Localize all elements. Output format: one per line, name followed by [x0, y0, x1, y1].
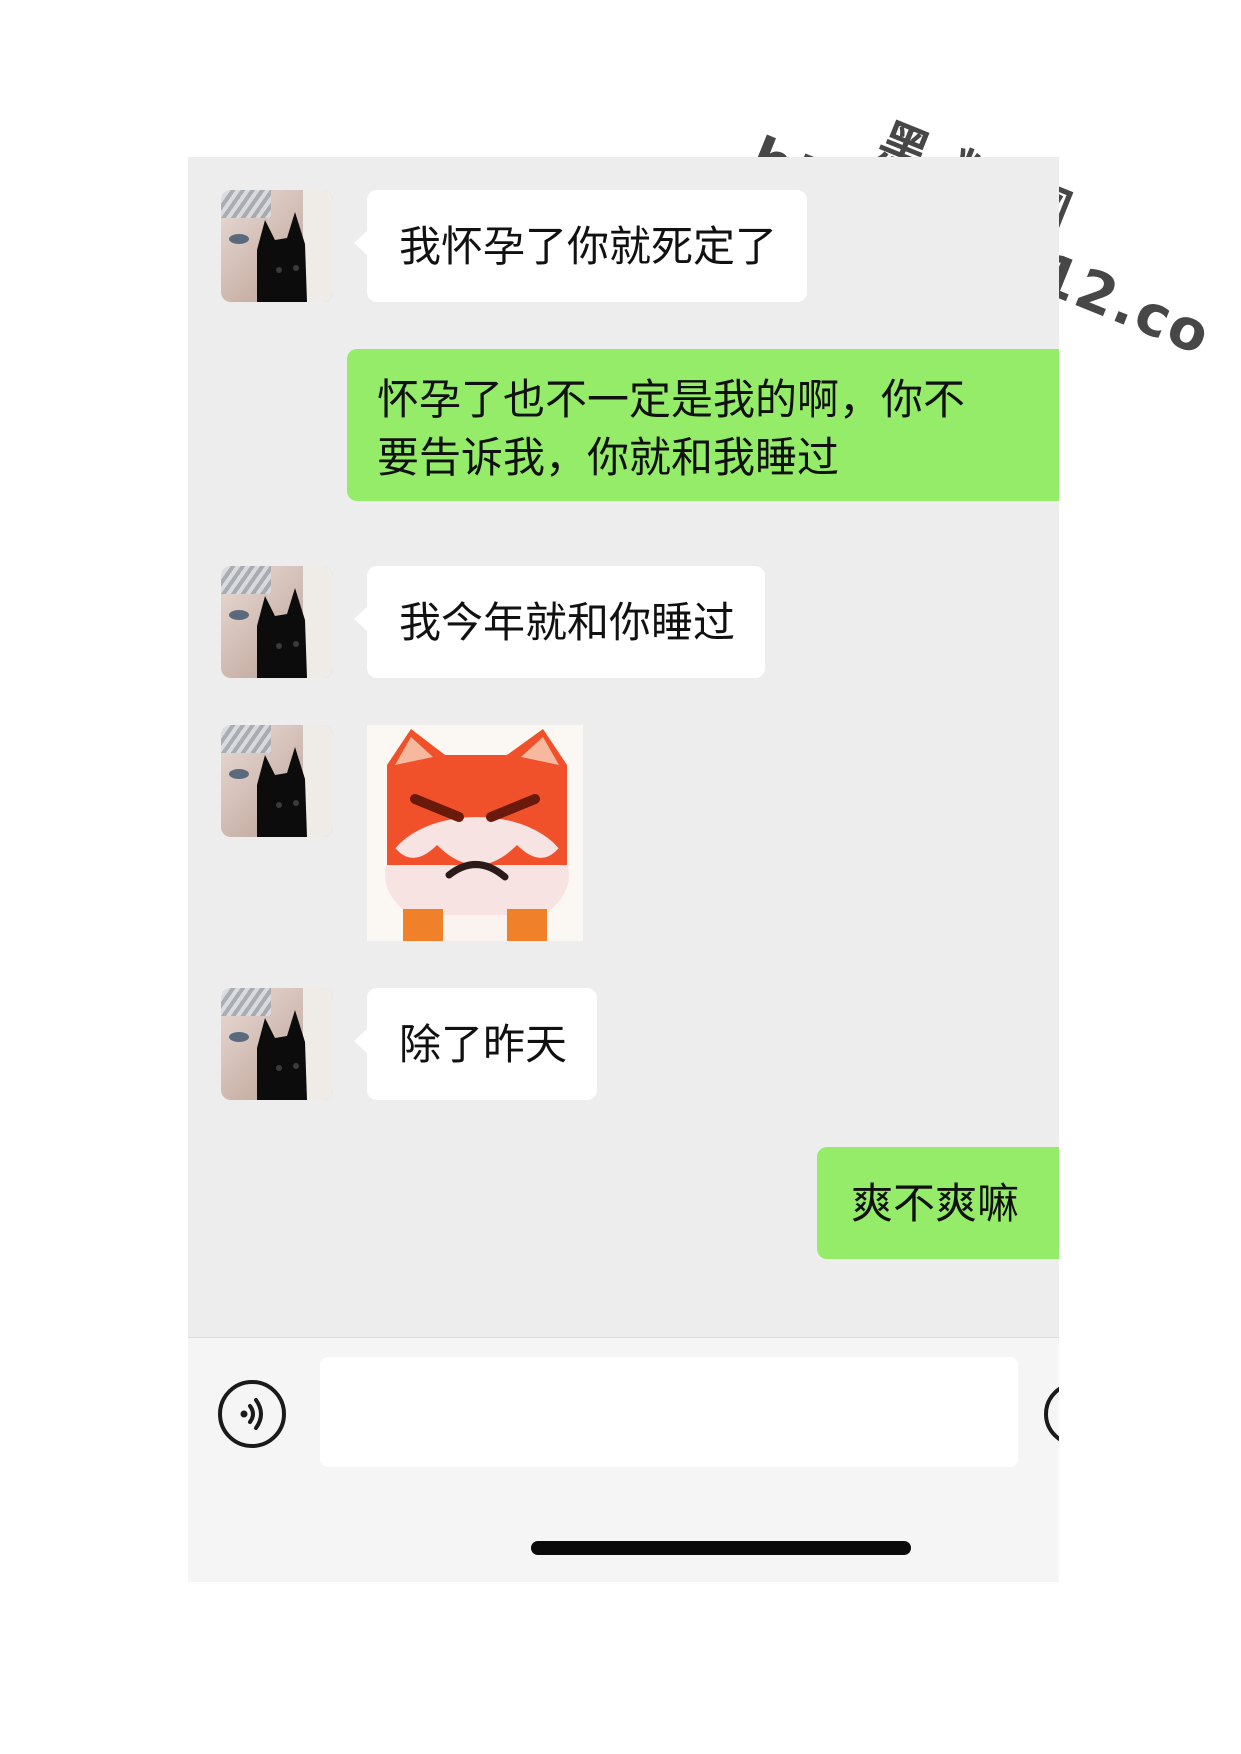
message-bubble-incoming[interactable]: 除了昨天	[353, 988, 598, 1100]
contact-avatar[interactable]	[221, 988, 333, 1100]
contact-avatar[interactable]	[221, 725, 333, 837]
chat-screen: 我怀孕了你就死定了 怀孕了也不一定是我的啊，你不 要告诉我，你就和我睡过 我今年…	[188, 157, 1059, 1582]
voice-icon[interactable]	[218, 1380, 286, 1448]
angry-fox-sticker[interactable]	[367, 725, 583, 941]
emoji-icon[interactable]	[1044, 1382, 1059, 1446]
message-list[interactable]: 我怀孕了你就死定了 怀孕了也不一定是我的啊，你不 要告诉我，你就和我睡过 我今年…	[188, 157, 1059, 1337]
message-bubble-incoming[interactable]: 我怀孕了你就死定了	[353, 190, 808, 302]
contact-avatar[interactable]	[221, 566, 333, 678]
message-input[interactable]	[320, 1357, 1018, 1467]
message-text: 我今年就和你睡过	[399, 598, 736, 647]
contact-avatar[interactable]	[221, 190, 333, 302]
message-text: 爽不爽嘛	[851, 1179, 1020, 1228]
message-text: 我怀孕了你就死定了	[399, 222, 778, 271]
message-bubble-incoming[interactable]: 我今年就和你睡过	[353, 566, 766, 678]
message-bubble-outgoing[interactable]: 爽不爽嘛	[817, 1147, 1059, 1259]
message-bubble-outgoing[interactable]: 怀孕了也不一定是我的啊，你不 要告诉我，你就和我睡过	[347, 349, 1059, 501]
message-text-line-2: 要告诉我，你就和我睡过	[377, 433, 840, 482]
message-text: 除了昨天	[399, 1020, 568, 1069]
home-indicator	[531, 1541, 911, 1555]
message-text-line-1: 怀孕了也不一定是我的啊，你不	[377, 375, 966, 424]
input-bar	[188, 1337, 1059, 1582]
